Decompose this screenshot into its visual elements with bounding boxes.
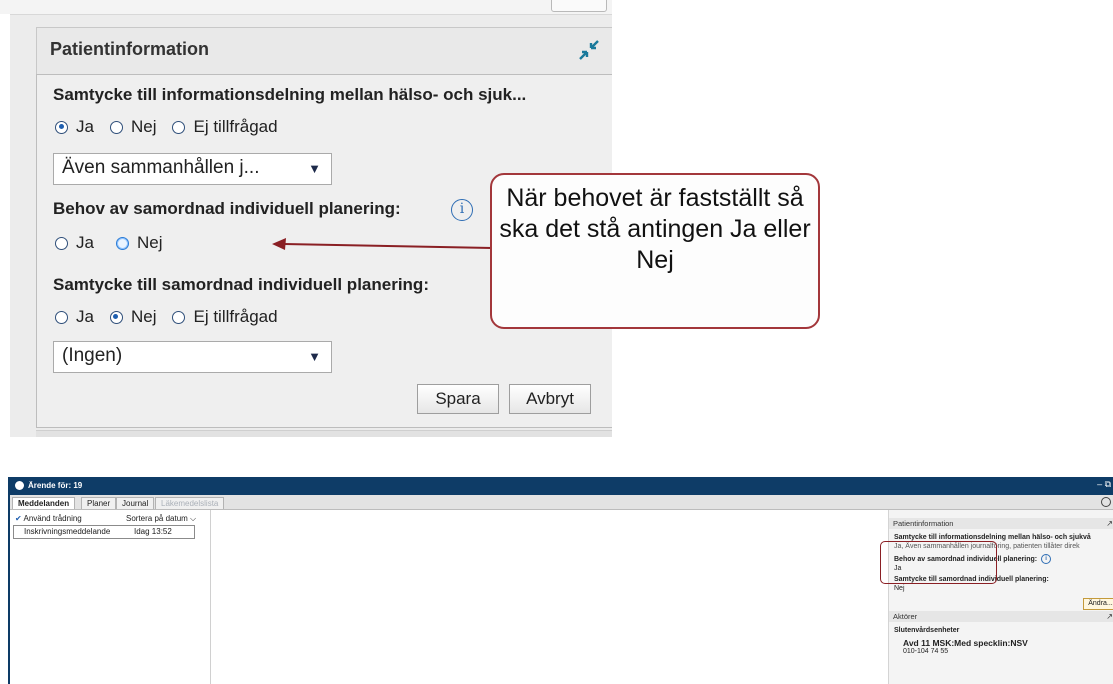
planning-consent-label: Samtycke till samordnad individuell plan… (53, 275, 429, 294)
app-window: Ärende för: 19 – ⧉ Meddelanden Planer Jo… (8, 477, 1113, 684)
highlight-box (880, 541, 997, 584)
crop-top-button[interactable] (551, 0, 607, 12)
threading-label: Använd trådning (23, 514, 82, 523)
consent-sharing-label: Samtycke till informationsdelning mellan… (894, 534, 1091, 541)
planning-consent-select[interactable]: (Ingen) ▼ (53, 341, 332, 373)
consent-sharing-select[interactable]: Även sammanhållen j... ▼ (53, 153, 332, 185)
consent-sharing-ja-radio[interactable] (55, 120, 68, 134)
planning-consent-ej-radio[interactable] (172, 310, 186, 324)
collapse-arrows-icon[interactable]: ↗ (1106, 518, 1113, 529)
window-title: Ärende för: 19 (28, 481, 83, 490)
crop-left-edge (0, 14, 10, 437)
panel-title: Patientinformation (50, 39, 210, 59)
planning-consent-value: Nej (894, 585, 905, 592)
consent-sharing-ej-label[interactable]: Ej tillfrågad (193, 117, 277, 137)
refresh-icon[interactable] (1101, 497, 1111, 507)
consent-sharing-nej-radio[interactable] (109, 120, 123, 134)
list-item[interactable]: Inskrivningsmeddelande Idag 13:52 (13, 525, 195, 539)
info-icon[interactable]: i (1041, 554, 1052, 564)
info-side-pane: Patientinformation ↗ Samtycke till infor… (880, 510, 1113, 684)
sort-label: Sortera på datum (126, 514, 188, 523)
crop-top-bar (0, 0, 612, 15)
planning-consent-radios: Ja Nej Ej tillfrågad (55, 307, 294, 327)
collapse-arrows-icon[interactable] (577, 38, 601, 62)
planning-need-nej-label[interactable]: Nej (137, 233, 163, 253)
next-panel-edge (36, 430, 612, 437)
sort-dropdown[interactable]: Sortera på datum ⌵ (126, 514, 196, 524)
threading-toggle[interactable]: ✔ Använd trådning (15, 514, 82, 523)
dropdown-arrow-icon: ▼ (308, 161, 321, 176)
consent-sharing-radios: Ja Nej Ej tillfrågad (55, 117, 294, 137)
unit-phone: 010-104 74 55 (903, 648, 949, 655)
consent-sharing-ej-radio[interactable] (172, 120, 186, 134)
dropdown-arrow-icon: ▼ (308, 349, 321, 364)
consent-sharing-ja-label[interactable]: Ja (76, 117, 94, 137)
save-button[interactable]: Spara (417, 384, 499, 414)
tab-journal[interactable]: Journal (116, 497, 155, 509)
consent-sharing-nej-label[interactable]: Nej (131, 117, 157, 137)
info-icon[interactable]: i (451, 199, 473, 221)
tab-meddelanden[interactable]: Meddelanden (12, 497, 76, 509)
tab-lakemedelslista: Läkemedelslista (155, 497, 225, 509)
tab-planer[interactable]: Planer (81, 497, 117, 509)
title-bar: Ärende för: 19 – ⧉ (10, 477, 1113, 495)
window-controls[interactable]: – ⧉ (1097, 479, 1111, 490)
planning-need-ja-label[interactable]: Ja (76, 233, 94, 253)
message-list-pane: ✔ Använd trådning Sortera på datum ⌵ Ins… (10, 510, 211, 684)
app-logo-icon (15, 481, 24, 490)
planning-consent-nej-label[interactable]: Nej (131, 307, 157, 327)
consent-sharing-select-value: Även sammanhållen j... (62, 157, 260, 178)
checkmark-icon: ✔ (15, 514, 22, 523)
collapse-arrows-icon[interactable]: ↗ (1106, 611, 1113, 622)
cancel-button[interactable]: Avbryt (509, 384, 591, 414)
planning-need-nej-radio[interactable] (115, 236, 129, 250)
section-patientinfo-header: Patientinformation ↗ (889, 518, 1113, 529)
planning-consent-select-value: (Ingen) (62, 345, 123, 366)
message-date: Idag 13:52 (134, 527, 172, 536)
planning-consent-ja-label[interactable]: Ja (76, 307, 94, 327)
panel-header: Patientinformation (37, 28, 612, 70)
annotation-callout: När behovet är fastställt så ska det stå… (490, 173, 820, 329)
planning-consent-nej-radio[interactable] (109, 310, 123, 324)
planning-need-label: Behov av samordnad individuell planering… (53, 199, 401, 218)
section-patientinfo-title: Patientinformation (893, 519, 954, 528)
consent-sharing-label: Samtycke till informationsdelning mellan… (53, 85, 527, 104)
section-aktorer-title: Aktörer (893, 612, 918, 621)
planning-need-ja-radio[interactable] (55, 236, 68, 250)
message-title: Inskrivningsmeddelande (24, 527, 111, 536)
unit-heading: Slutenvårdsenheter (894, 627, 960, 634)
unit-name: Avd 11 MSK:Med specklin:NSV (903, 638, 1028, 648)
planning-consent-ja-radio[interactable] (55, 310, 68, 324)
tab-strip: Meddelanden Planer Journal Läkemedelslis… (10, 495, 1113, 510)
planning-consent-ej-label[interactable]: Ej tillfrågad (193, 307, 277, 327)
chevron-down-icon: ⌵ (190, 514, 197, 523)
change-button[interactable]: Ändra... (1083, 598, 1113, 610)
planning-need-radios: Ja Nej (55, 233, 178, 253)
callout-arrow-icon (272, 238, 493, 250)
section-aktorer-header: Aktörer ↗ (889, 611, 1113, 622)
